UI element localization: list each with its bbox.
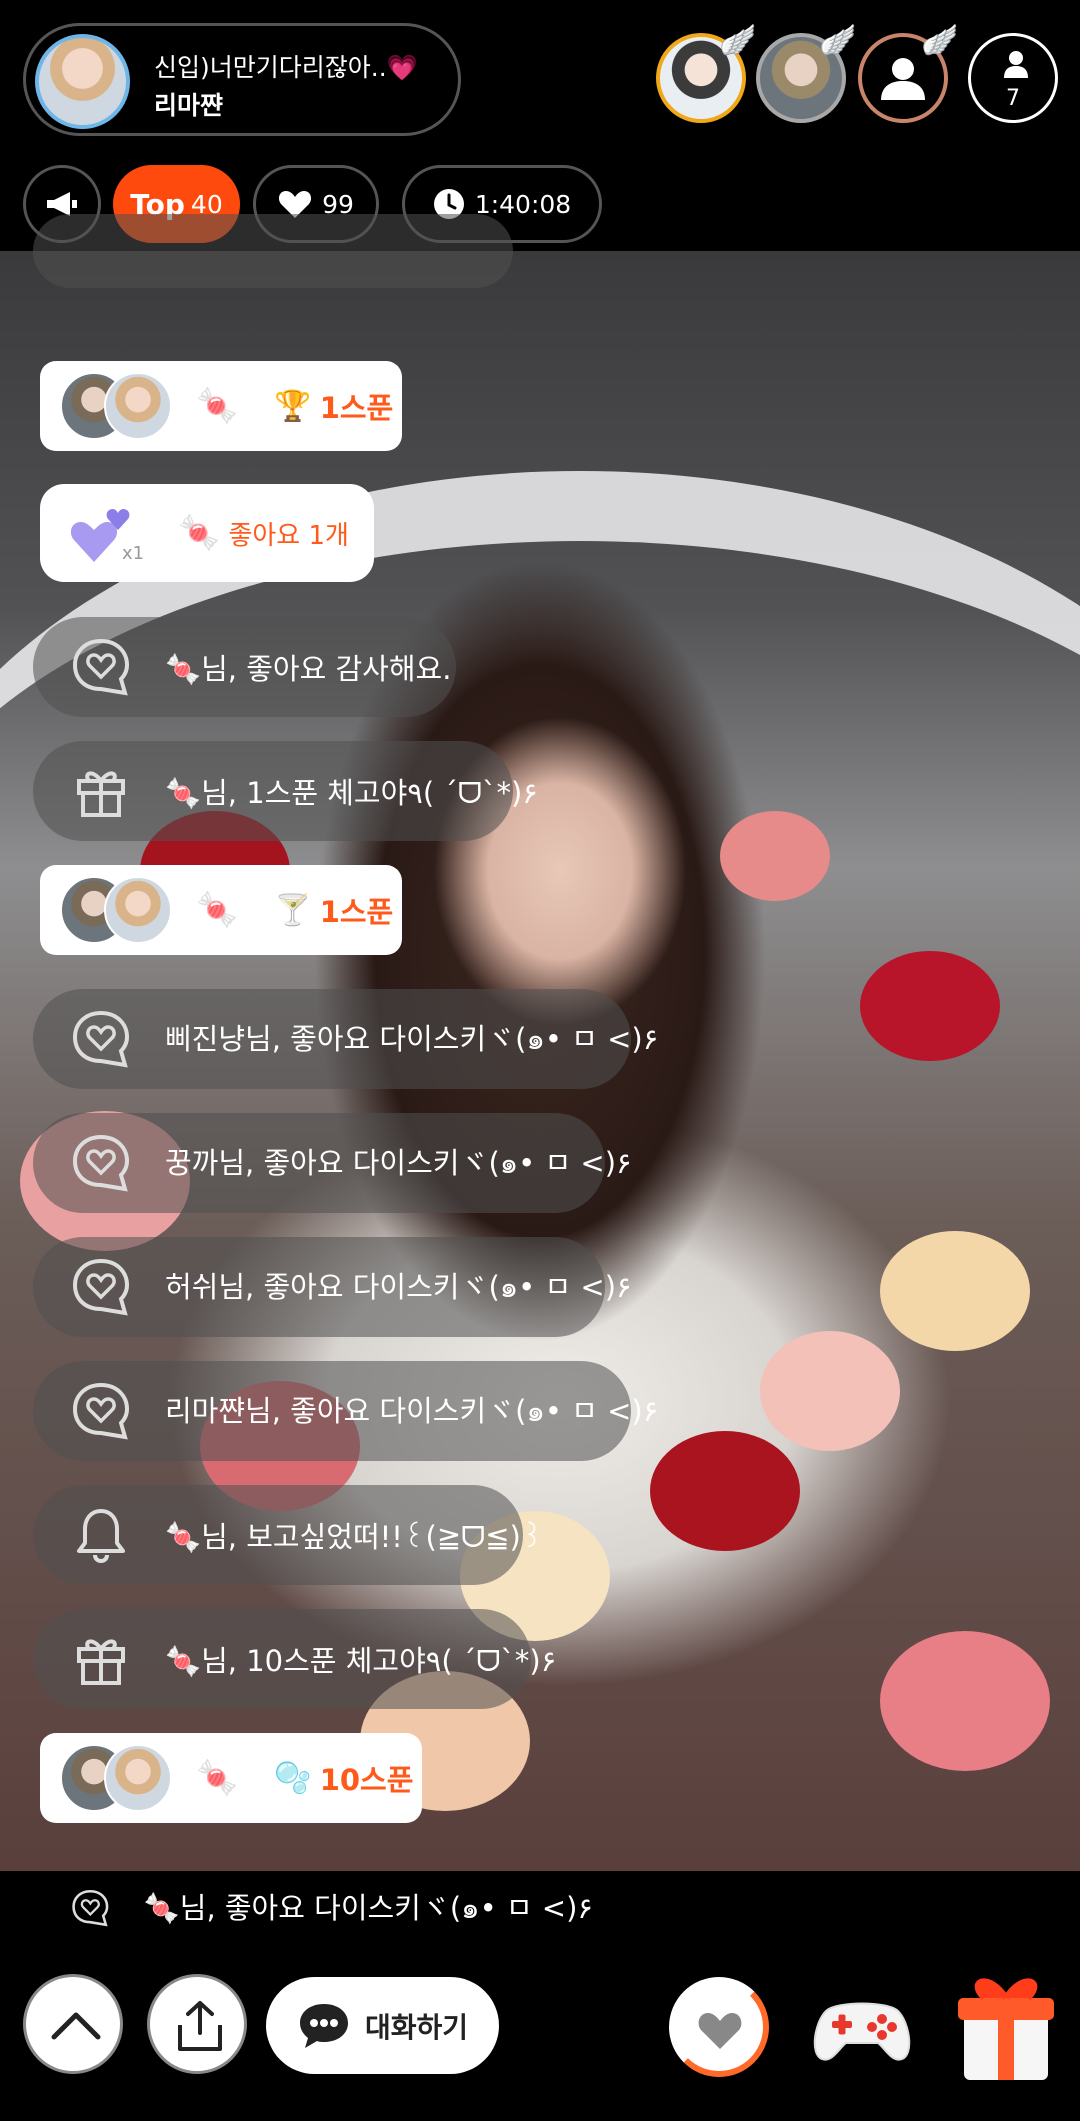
chat-message: 🍬님, 1스푼 체고야٩( ´ᗜ`*)۶: [33, 741, 538, 841]
gift-icon: [77, 1639, 125, 1685]
chat-message-text: 🍬님, 10스푼 체고야٩( ´ᗜ`*)۶: [165, 1644, 557, 1678]
chat-message: 꿍까님, 좋아요 다이스키ヾ(๑• ㅁ <)۶: [33, 1113, 632, 1213]
gift-avatars: [60, 372, 172, 440]
chat-message-text: 🍬님, 좋아요 다이스키ヾ(๑• ㅁ <)۶: [143, 1891, 593, 1925]
chat-message-text: 꿍까님, 좋아요 다이스키ヾ(๑• ㅁ <)۶: [165, 1146, 632, 1180]
host-profile-pill[interactable]: 신입)너만기다리잖아..💗 리마쨘: [23, 23, 461, 136]
like-event-card[interactable]: x1 🍬 좋아요 1개: [40, 484, 374, 582]
chat-message: 🍬님, 보고싶었떠!!꒰(≧ᗜ≦)꒱: [33, 1485, 543, 1585]
heart-chat-icon: [72, 1382, 130, 1440]
gift-card[interactable]: 🍬 🏆 1스푼: [40, 361, 402, 451]
chat-message-text: 🍬님, 1스푼 체고야٩( ´ᗜ`*)۶: [165, 776, 538, 810]
game-controller-icon: [813, 2002, 911, 2061]
chat-message-text: 삐진냥님, 좋아요 다이스키ヾ(๑• ㅁ <)۶: [165, 1022, 659, 1056]
open-chat-button[interactable]: 대화하기: [266, 1977, 499, 2074]
gift-avatars: [60, 876, 172, 944]
chat-message-partial: [33, 214, 513, 288]
receiver-avatar: [104, 372, 172, 440]
like-multiplier: x1: [122, 542, 145, 564]
heart-chat-icon: [72, 1134, 130, 1192]
chat-feed[interactable]: 🍬 🏆 1스푼 x1 🍬 좋아요 1개 🍬님, 좋아요 감사해요. 🍬님, 1스…: [0, 214, 1080, 1871]
top-fan-3-avatar[interactable]: 🪽: [858, 23, 959, 123]
chat-message: 🍬님, 좋아요 다이스키ヾ(๑• ㅁ <)۶: [33, 1871, 593, 1945]
chat-message: 🍬님, 좋아요 감사해요.: [33, 617, 456, 717]
top-fan-1-avatar[interactable]: 🪽: [656, 23, 757, 123]
stream-title-text: 신입)너만기다리잖아..: [154, 53, 387, 82]
gift-box-icon: [958, 1978, 1054, 2080]
viewer-count-number: 7: [1006, 86, 1020, 111]
bottom-toolbar: 🍬님, 좋아요 다이스키ヾ(๑• ㅁ <)۶ 대화하기: [0, 1871, 1080, 2121]
heart-chat-icon: [72, 1889, 109, 1927]
gift-button[interactable]: [950, 1966, 1062, 2086]
heart-icon: 💗: [386, 53, 418, 82]
chat-message-text: 허쉬님, 좋아요 다이스키ヾ(๑• ㅁ <)۶: [165, 1270, 632, 1304]
silver-wing-badge-icon: 🪽: [819, 23, 857, 58]
scroll-up-button[interactable]: [23, 1974, 123, 2074]
heart-chat-icon: [72, 638, 130, 696]
sender-name: 🍬: [196, 890, 239, 930]
sender-name: 🍬: [196, 1758, 239, 1798]
share-icon: [178, 2001, 222, 2051]
chevron-up-icon: [51, 2012, 101, 2040]
game-button[interactable]: [806, 1971, 918, 2083]
candy-icon: 🍬: [178, 513, 221, 553]
open-chat-label: 대화하기: [364, 2010, 469, 2044]
elapsed-time: 1:40:08: [474, 189, 572, 219]
chat-message-text: 리마쨘님, 좋아요 다이스키ヾ(๑• ㅁ <)۶: [165, 1394, 659, 1428]
cocktail-glass-icon: 🍸: [274, 892, 312, 928]
chat-message: 삐진냥님, 좋아요 다이스키ヾ(๑• ㅁ <)۶: [33, 989, 658, 1089]
gold-wing-badge-icon: 🪽: [719, 23, 757, 58]
host-name: 리마쨘: [154, 91, 224, 120]
receiver-avatar: [104, 1744, 172, 1812]
person-icon: [1004, 51, 1028, 78]
gift-amount: 1스푼: [319, 391, 394, 425]
heart-chat-icon: [72, 1010, 130, 1068]
sender-name: 🍬: [196, 386, 239, 426]
chat-message: 허쉬님, 좋아요 다이스키ヾ(๑• ㅁ <)۶: [33, 1237, 632, 1337]
chat-message: 리마쨘님, 좋아요 다이스키ヾ(๑• ㅁ <)۶: [33, 1361, 658, 1461]
viewer-count-button[interactable]: 7: [968, 33, 1058, 123]
gift-card[interactable]: 🍬 🫧 10스푼: [40, 1733, 422, 1823]
stream-title: 신입)너만기다리잖아..💗: [154, 48, 418, 84]
heart-chat-icon: [72, 1258, 130, 1316]
bubble-gift-icon: 🫧: [274, 1760, 312, 1796]
speech-bubble-icon: [299, 2003, 348, 2048]
trophy-cup-icon: 🏆: [274, 388, 312, 424]
bronze-wing-badge-icon: 🪽: [921, 23, 959, 58]
gift-icon: [77, 771, 125, 817]
gift-amount: 10스푼: [319, 1763, 414, 1797]
share-button[interactable]: [147, 1974, 247, 2074]
bell-icon: [77, 1509, 125, 1564]
gift-amount: 1스푼: [319, 895, 394, 929]
chat-message-text: 🍬님, 좋아요 감사해요.: [165, 652, 452, 686]
heart-icon: [698, 2013, 742, 2049]
chat-message: 🍬님, 10스푼 체고야٩( ´ᗜ`*)۶: [33, 1609, 556, 1709]
like-event-text: 좋아요 1개: [228, 520, 349, 551]
like-button[interactable]: [669, 1977, 769, 2077]
gift-card[interactable]: 🍬 🍸 1스푼: [40, 865, 402, 955]
host-avatar[interactable]: [35, 34, 130, 129]
top-fan-2-avatar[interactable]: 🪽: [756, 23, 857, 123]
gift-avatars: [60, 1744, 172, 1812]
receiver-avatar: [104, 876, 172, 944]
chat-message-text: 🍬님, 보고싶었떠!!꒰(≧ᗜ≦)꒱: [165, 1520, 544, 1554]
